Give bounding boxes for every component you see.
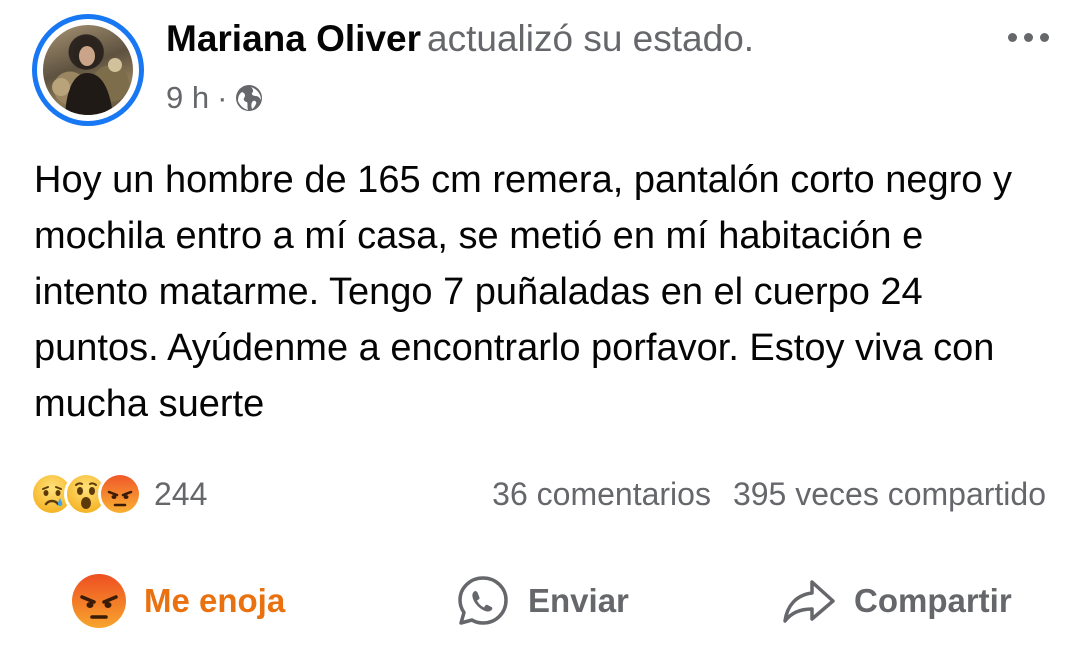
post-meta: 9 h · (166, 80, 263, 116)
post-text: Hoy un hombre de 165 cm remera, pantalón… (34, 159, 1012, 425)
share-button-label: Compartir (854, 582, 1012, 619)
more-dot-icon (1023, 32, 1033, 42)
more-dot-icon (1039, 32, 1049, 42)
angry-reaction-icon (98, 472, 142, 516)
share-button[interactable]: Compartir (780, 566, 1012, 636)
avatar-story-ring[interactable] (32, 14, 144, 126)
send-button-label: Enviar (528, 582, 629, 619)
globe-icon[interactable] (235, 84, 263, 112)
more-dot-icon (1007, 32, 1017, 42)
send-button[interactable]: Enviar (454, 566, 629, 636)
meta-separator: · (217, 80, 228, 115)
author-action-text: actualizó su estado. (427, 18, 755, 59)
angry-face-icon (70, 572, 128, 630)
engagement-counts: 36 comentarios 395 veces compartido (492, 476, 1046, 513)
post-time[interactable]: 9 h (166, 80, 209, 116)
react-button-label: Me enoja (144, 582, 286, 619)
more-options-button[interactable] (998, 22, 1058, 52)
avatar-photo (52, 37, 122, 115)
whatsapp-icon (454, 572, 512, 630)
avatar[interactable] (43, 25, 133, 115)
shares-count[interactable]: 395 veces compartido (733, 476, 1046, 513)
reaction-count: 244 (154, 475, 208, 512)
reactions-summary[interactable]: 244 (30, 472, 207, 516)
comments-count[interactable]: 36 comentarios (492, 476, 711, 513)
share-arrow-icon (780, 572, 838, 630)
react-button[interactable]: Me enoja (70, 566, 285, 636)
post-header: Mariana Oliver actualizó su estado. (166, 18, 754, 60)
author-name[interactable]: Mariana Oliver (166, 18, 421, 59)
facebook-post: Mariana Oliver actualizó su estado. 9 h ·… (0, 0, 1080, 645)
action-bar: Me enoja Enviar Compartir (0, 566, 1080, 636)
